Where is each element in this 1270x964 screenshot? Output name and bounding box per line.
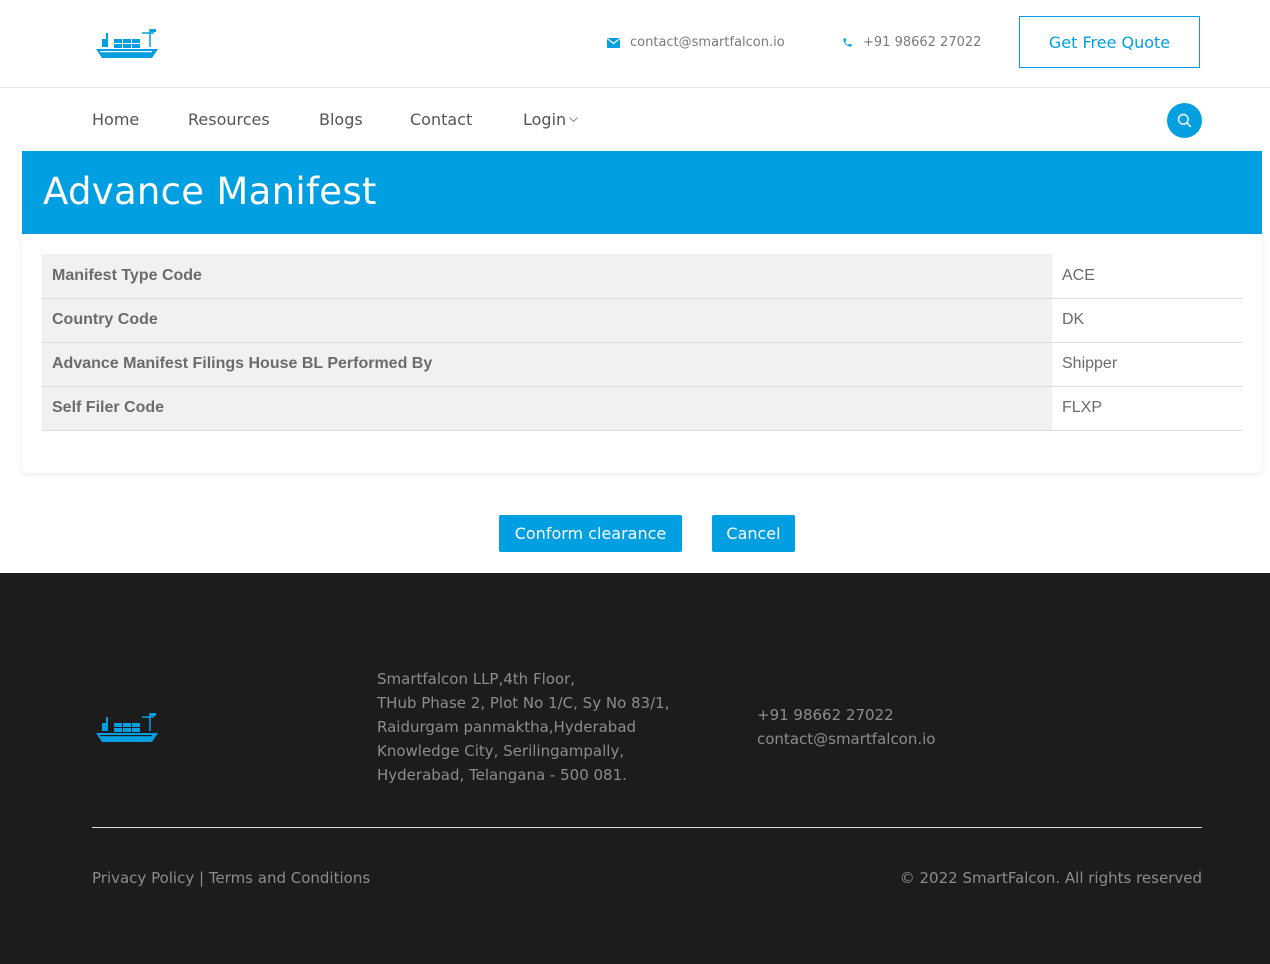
- page-title: Advance Manifest: [43, 170, 377, 213]
- envelope-icon: [607, 37, 620, 48]
- link-separator: |: [194, 869, 209, 887]
- address-line: THub Phase 2, Plot No 1/C, Sy No 83/1,: [377, 694, 670, 712]
- row-key: Manifest Type Code: [42, 254, 1052, 299]
- row-key: Country Code: [42, 298, 1052, 343]
- footer-divider: [92, 827, 1202, 828]
- chevron-down-icon: [569, 116, 579, 123]
- conform-clearance-button[interactable]: Conform clearance: [499, 515, 682, 552]
- address-line: Raidurgam panmaktha,Hyderabad: [377, 718, 637, 736]
- nav-resources[interactable]: Resources: [188, 110, 270, 129]
- header-phone-text: +91 98662 27022: [863, 35, 982, 50]
- nav-login[interactable]: Login: [523, 110, 579, 129]
- table-row: Country Code DK: [42, 298, 1242, 343]
- address-line: Smartfalcon LLP,4th Floor,: [377, 670, 576, 688]
- row-value: Shipper: [1052, 342, 1242, 387]
- row-key: Advance Manifest Filings House BL Perfor…: [42, 342, 1052, 387]
- phone-icon: [842, 37, 853, 48]
- address-line: Hyderabad, Telangana - 500 081.: [377, 766, 627, 784]
- header-email[interactable]: contact@smartfalcon.io: [607, 35, 785, 50]
- row-key: Self Filer Code: [42, 386, 1052, 431]
- get-free-quote-button[interactable]: Get Free Quote: [1019, 16, 1200, 68]
- manifest-table: Manifest Type Code ACE Country Code DK A…: [42, 254, 1242, 431]
- footer-email[interactable]: contact@smartfalcon.io: [757, 727, 935, 751]
- search-button[interactable]: [1167, 103, 1202, 138]
- footer-links: Privacy Policy | Terms and Conditions: [92, 869, 370, 887]
- terms-link[interactable]: Terms and Conditions: [209, 869, 370, 887]
- header-email-text: contact@smartfalcon.io: [630, 35, 785, 50]
- footer-phone[interactable]: +91 98662 27022: [757, 703, 935, 727]
- footer: Smartfalcon LLP,4th Floor, THub Phase 2,…: [0, 573, 1270, 964]
- manifest-card: Manifest Type Code ACE Country Code DK A…: [22, 234, 1262, 473]
- nav-blogs[interactable]: Blogs: [319, 110, 363, 129]
- nav-login-label: Login: [523, 110, 567, 129]
- ship-logo-icon[interactable]: [94, 709, 160, 749]
- table-row: Advance Manifest Filings House BL Perfor…: [42, 342, 1242, 387]
- footer-address: Smartfalcon LLP,4th Floor, THub Phase 2,…: [377, 667, 669, 787]
- main-nav: Home Resources Blogs Contact Login: [0, 88, 1270, 151]
- row-value: DK: [1052, 298, 1242, 343]
- header-phone[interactable]: +91 98662 27022: [842, 35, 981, 50]
- table-row: Manifest Type Code ACE: [42, 254, 1242, 299]
- table-row: Self Filer Code FLXP: [42, 386, 1242, 431]
- row-value: FLXP: [1052, 386, 1242, 431]
- nav-contact[interactable]: Contact: [410, 110, 472, 129]
- ship-logo-icon[interactable]: [94, 25, 160, 65]
- nav-home[interactable]: Home: [92, 110, 139, 129]
- footer-contact: +91 98662 27022 contact@smartfalcon.io: [757, 703, 935, 751]
- cancel-button[interactable]: Cancel: [712, 515, 795, 552]
- page-banner: Advance Manifest: [22, 151, 1262, 234]
- privacy-policy-link[interactable]: Privacy Policy: [92, 869, 194, 887]
- copyright: © 2022 SmartFalcon. All rights reserved: [899, 869, 1202, 887]
- top-bar: contact@smartfalcon.io +91 98662 27022 G…: [0, 0, 1270, 88]
- row-value: ACE: [1052, 254, 1242, 299]
- address-line: Knowledge City, Serilingampally,: [377, 742, 625, 760]
- search-icon: [1177, 113, 1192, 128]
